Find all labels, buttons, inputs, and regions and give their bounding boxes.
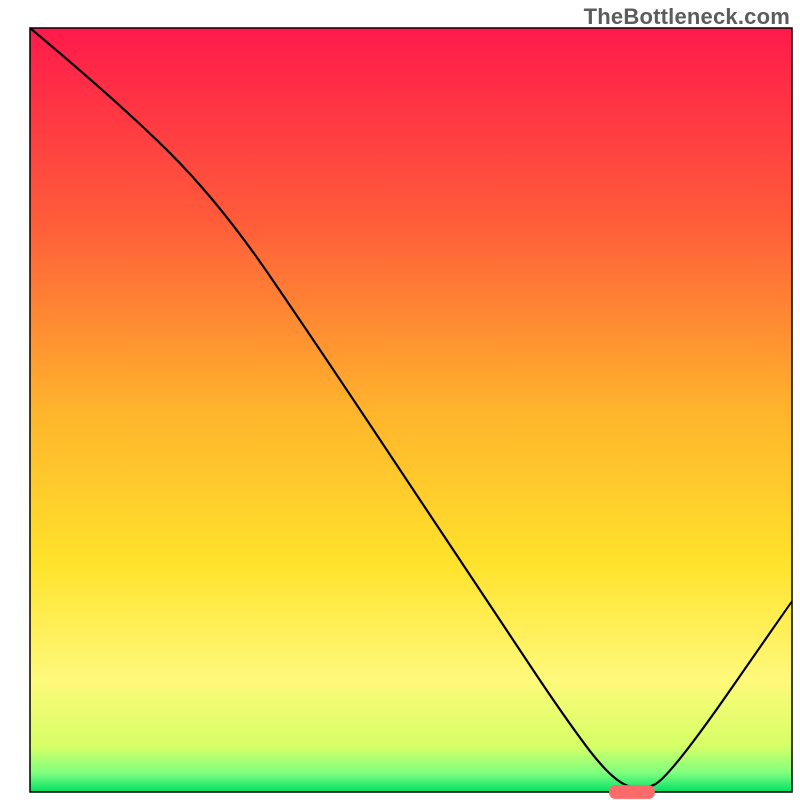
plot-background xyxy=(30,28,792,792)
bottleneck-chart xyxy=(0,0,800,800)
optimal-marker xyxy=(609,785,655,799)
plot-frame xyxy=(30,28,792,792)
chart-stage: TheBottleneck.com xyxy=(0,0,800,800)
